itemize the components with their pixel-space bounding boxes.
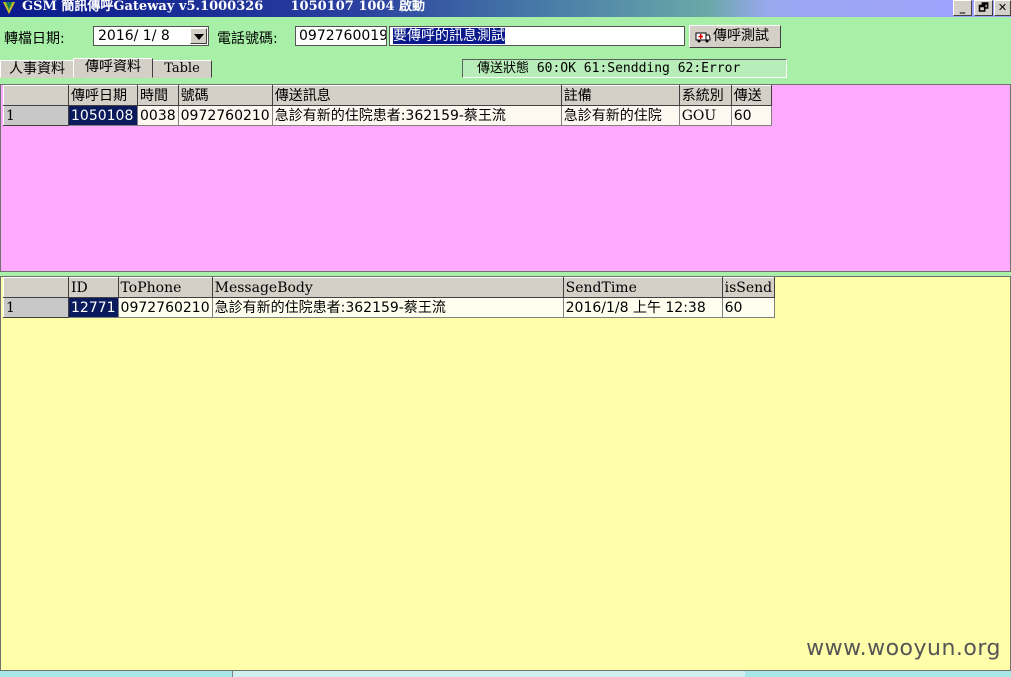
grid-cell[interactable]: 0038 (137, 105, 179, 126)
date-picker[interactable]: 2016/ 1/ 8 (93, 26, 209, 46)
grid-cell[interactable]: 急診有新的住院患者:362159-蔡王流 (271, 105, 562, 126)
close-button[interactable]: ✕ (994, 0, 1011, 16)
minimize-button[interactable]: _ (953, 0, 972, 16)
column-header[interactable]: 系統別 (678, 85, 732, 106)
message-value: 要傳呼的訊息測試 (393, 28, 505, 44)
column-header[interactable]: SendTime (562, 277, 723, 298)
page-test-button[interactable]: 傳呼測試 (689, 25, 781, 48)
grid-cell[interactable]: 2016/1/8 上午 12:38 (562, 297, 723, 318)
grid-cell[interactable]: 0972760210 (117, 297, 213, 318)
message-input[interactable]: 要傳呼的訊息測試 (389, 26, 685, 46)
paging-grid[interactable]: 傳呼日期 時間 號碼 傳送訊息 註備 系統別 傳送 1 1050108 0038… (3, 85, 772, 126)
status-legend: 傳送狀態 60:OK 61:Sendding 62:Error (462, 59, 787, 78)
tab-paging[interactable]: 傳呼資料 (73, 58, 153, 78)
grid-cell[interactable]: GOU (678, 105, 732, 126)
grid-cell[interactable]: 0972760210 (177, 105, 273, 126)
ambulance-icon (695, 32, 711, 43)
row-header[interactable]: 1 (3, 105, 69, 126)
grid-cell[interactable]: 60 (721, 297, 776, 318)
grid-header-row: ID ToPhone MessageBody SendTime isSend (3, 277, 776, 298)
tab-bar: 人事資料 傳呼資料 Table (0, 58, 215, 78)
status-bar (0, 671, 1011, 677)
table-row[interactable]: 1 12771 0972760210 急診有新的住院患者:362159-蔡王流 … (3, 297, 776, 318)
corner-cell[interactable] (3, 85, 69, 106)
table-grid-panel[interactable]: ID ToPhone MessageBody SendTime isSend 1… (0, 276, 1011, 671)
column-header[interactable]: ToPhone (117, 277, 213, 298)
column-header[interactable]: 傳送 (730, 85, 772, 106)
grid-cell[interactable]: 急診有新的住院患者:362159-蔡王流 (211, 297, 564, 318)
title-bar: GSM 簡訊傳呼Gateway v5.1000326 1050107 1004 … (0, 0, 1011, 17)
grid-header-row: 傳呼日期 時間 號碼 傳送訊息 註備 系統別 傳送 (3, 85, 772, 106)
column-header[interactable]: ID (68, 277, 119, 298)
phone-label: 電話號碼: (217, 31, 278, 47)
toolbar: 轉檔日期: 2016/ 1/ 8 電話號碼: 0972760019 要傳呼的訊息… (0, 17, 1011, 57)
status-bar-panel (232, 671, 745, 677)
phone-input[interactable]: 0972760019 (295, 26, 387, 46)
column-header[interactable]: 時間 (137, 85, 179, 106)
restore-button[interactable]: 🗗 (974, 0, 993, 16)
phone-value: 0972760019 (299, 28, 387, 44)
chevron-down-icon[interactable] (190, 28, 207, 44)
tab-table[interactable]: Table (152, 60, 212, 78)
grid-cell[interactable]: 12771 (68, 297, 119, 318)
column-header[interactable]: 號碼 (177, 85, 273, 106)
grid-cell[interactable]: 60 (730, 105, 772, 126)
tab-personnel[interactable]: 人事資料 (0, 60, 74, 78)
column-header[interactable]: MessageBody (211, 277, 564, 298)
column-header[interactable]: 註備 (560, 85, 680, 106)
window-title: GSM 簡訊傳呼Gateway v5.1000326 1050107 1004 … (22, 0, 426, 14)
watermark: www.wooyun.org (806, 636, 1001, 661)
app-icon (3, 2, 15, 14)
column-header[interactable]: isSend (721, 277, 776, 298)
corner-cell[interactable] (3, 277, 69, 298)
row-header[interactable]: 1 (3, 297, 69, 318)
date-value: 2016/ 1/ 8 (98, 28, 170, 44)
column-header[interactable]: 傳呼日期 (68, 85, 138, 106)
table-row[interactable]: 1 1050108 0038 0972760210 急診有新的住院患者:3621… (3, 105, 772, 126)
page-test-label: 傳呼測試 (713, 28, 769, 44)
grid-cell[interactable]: 1050108 (68, 105, 138, 126)
grid-cell[interactable]: 急診有新的住院 (560, 105, 680, 126)
table-grid[interactable]: ID ToPhone MessageBody SendTime isSend 1… (3, 277, 776, 318)
column-header[interactable]: 傳送訊息 (271, 85, 562, 106)
date-label: 轉檔日期: (4, 31, 65, 47)
paging-grid-panel[interactable]: 傳呼日期 時間 號碼 傳送訊息 註備 系統別 傳送 1 1050108 0038… (0, 84, 1011, 272)
